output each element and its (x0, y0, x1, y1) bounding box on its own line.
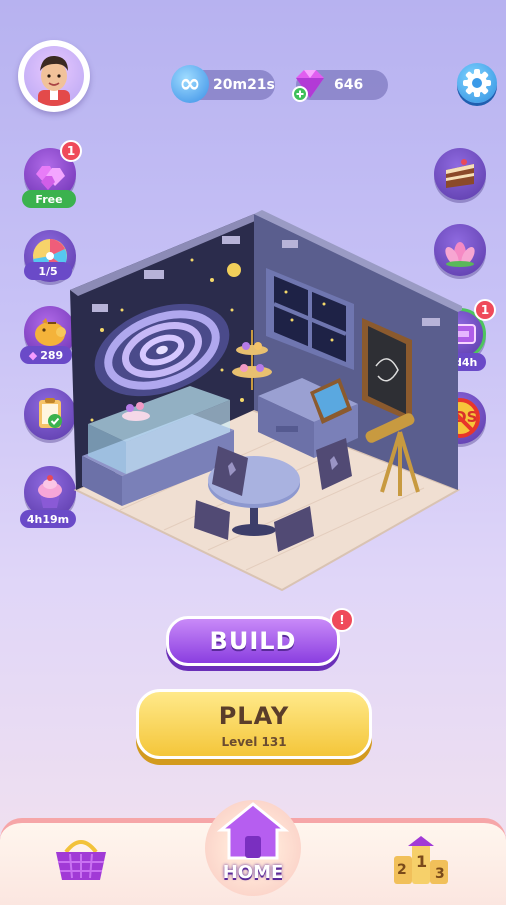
small-gem-icon: ◆ (28, 348, 38, 362)
play-label: PLAY (218, 702, 290, 730)
gem-offer-badge: 1 (60, 140, 82, 162)
ticket-pass-badge: 1 (474, 299, 496, 321)
podium-digit-2: 2 (397, 862, 407, 878)
build-alert-badge: ! (330, 608, 354, 632)
house-icon (216, 802, 290, 860)
cake-slice-icon (446, 159, 474, 188)
timer-text: 20m21s (213, 77, 275, 93)
infinity-icon: ∞ (171, 65, 209, 103)
basket-icon (56, 840, 106, 880)
podium-digit-3: 3 (435, 866, 445, 882)
player-avatar[interactable] (18, 40, 90, 112)
gem-icon (288, 64, 328, 104)
nav-shop-button[interactable] (50, 832, 112, 886)
cafe-room-scene[interactable] (62, 200, 466, 600)
energy-timer-pill[interactable]: ∞ 20m21s (171, 65, 275, 103)
nav-home-label: HOME (222, 862, 284, 883)
build-button[interactable]: BUILD (166, 616, 340, 666)
podium-digit-1: 1 (416, 852, 428, 871)
avatar-portrait (24, 46, 84, 106)
level-label: Level 131 (221, 735, 287, 749)
nav-home-button[interactable] (213, 800, 293, 862)
gems-pill[interactable]: 646 (292, 70, 388, 102)
gem-count: 646 (334, 77, 364, 93)
cake-event-button[interactable] (434, 148, 486, 200)
settings-button[interactable] (457, 63, 497, 103)
gear-icon (463, 69, 491, 97)
nav-leaderboard-button[interactable]: 2 1 3 (390, 836, 452, 886)
play-button[interactable]: PLAY Level 131 (136, 689, 372, 759)
